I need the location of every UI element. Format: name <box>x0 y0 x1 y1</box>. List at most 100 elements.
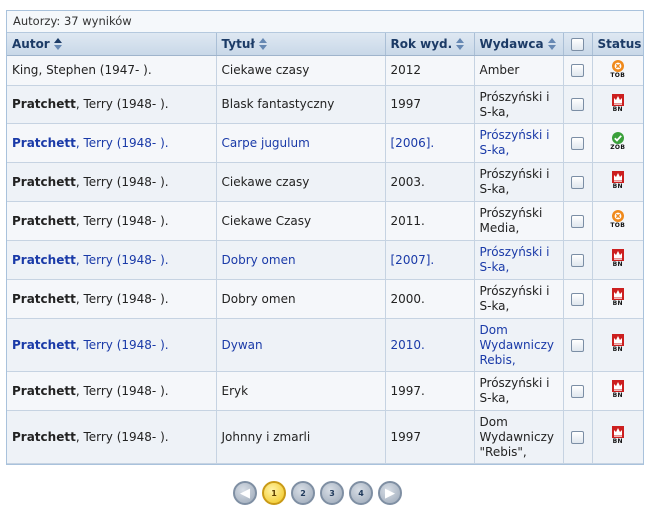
author-cell[interactable]: Pratchett, Terry (1948- ). <box>7 123 217 163</box>
author-rest: , Terry (1948- ). <box>75 97 169 111</box>
page-button-4[interactable]: 4 <box>349 481 373 505</box>
table-row[interactable]: Pratchett, Terry (1948- ). Dywan 2010. Dom … <box>7 318 643 372</box>
page-button-1[interactable]: 1 <box>262 481 286 505</box>
page-button-3[interactable]: 3 <box>320 481 344 505</box>
author-cell: Pratchett, Terry (1948- ). <box>7 410 217 464</box>
publisher-cell[interactable]: Dom Wydawniczy Rebis, <box>474 318 564 372</box>
year-cell: 1997 <box>385 410 475 464</box>
status-cell: BN <box>592 318 643 372</box>
year-cell: 1997. <box>385 371 475 411</box>
table-row[interactable]: Pratchett, Terry (1948- ). Ciekawe czasy 2… <box>7 162 643 202</box>
status-cell: BN <box>592 279 643 319</box>
row-checkbox[interactable] <box>571 384 584 398</box>
table-row[interactable]: King, Stephen (1947- ). Ciekawe czasy 2012… <box>7 55 643 86</box>
status-label: BN <box>612 300 623 307</box>
page-button-2[interactable]: 2 <box>291 481 315 505</box>
bn-red-crown-icon: BN <box>608 333 628 357</box>
row-checkbox[interactable] <box>571 98 584 111</box>
status-cell: ZOB <box>592 123 643 163</box>
author-rest: , Terry (1948- ). <box>75 174 169 189</box>
results-table: Autor Tytuł Rok wyd. Wydawca Status King… <box>7 33 643 464</box>
column-header-author[interactable]: Autor <box>7 33 217 56</box>
year-cell: 2012 <box>385 55 475 86</box>
table-row[interactable]: Pratchett, Terry (1948- ). Ciekawe Czasy 2… <box>7 201 643 241</box>
author-rest: , Terry (1948- ). <box>75 337 169 352</box>
row-checkbox-cell <box>563 279 593 319</box>
results-count: Autorzy: 37 wyników <box>7 11 643 33</box>
column-label-title: Tytuł <box>221 37 255 51</box>
author-cell[interactable]: Pratchett, Terry (1948- ). <box>7 318 217 372</box>
column-label-year: Rok wyd. <box>390 37 453 51</box>
row-checkbox[interactable] <box>571 175 584 189</box>
column-header-year[interactable]: Rok wyd. <box>385 33 475 56</box>
author-cell: Pratchett, Terry (1948- ). <box>7 162 217 202</box>
table-row[interactable]: Pratchett, Terry (1948- ). Blask fantasty… <box>7 85 643 124</box>
year-cell: [2006]. <box>385 123 475 163</box>
row-checkbox[interactable] <box>571 292 584 306</box>
author-rest: , Terry (1948- ). <box>75 291 169 306</box>
title-cell[interactable]: Dobry omen <box>216 240 386 280</box>
publisher-cell: Dom Wydawniczy "Rebis", <box>474 410 564 464</box>
select-all-checkbox-cell <box>563 33 593 56</box>
row-checkbox-cell <box>563 318 593 372</box>
status-label: BN <box>612 346 623 353</box>
column-header-title[interactable]: Tytuł <box>216 33 386 56</box>
row-checkbox[interactable] <box>571 214 584 228</box>
sort-icon[interactable] <box>53 38 62 50</box>
status-cell: BN <box>592 371 643 411</box>
publisher-cell[interactable]: Prószyński i S-ka, <box>474 240 564 280</box>
title-cell: Ciekawe Czasy <box>216 201 386 241</box>
author-surname: Pratchett <box>12 174 76 189</box>
year-cell: 1997 <box>385 85 475 124</box>
publisher-cell[interactable]: Prószyński i S-ka, <box>474 123 564 163</box>
select-all-checkbox[interactable] <box>571 38 584 51</box>
sort-icon[interactable] <box>456 38 465 50</box>
status-cell: BN <box>592 85 643 124</box>
author-cell[interactable]: Pratchett, Terry (1948- ). <box>7 240 217 280</box>
publisher-cell: Amber <box>474 55 564 86</box>
author-rest: , Terry (1948- ). <box>75 213 169 228</box>
bn-red-crown-icon: BN <box>608 379 628 403</box>
next-page-button[interactable]: ▶ <box>378 481 402 505</box>
column-header-status: Status <box>592 33 643 56</box>
row-checkbox[interactable] <box>571 64 584 77</box>
bn-red-crown-icon: BN <box>608 248 628 272</box>
publisher-cell: Prószyński Media, <box>474 201 564 241</box>
table-row[interactable]: Pratchett, Terry (1948- ). Dobry omen [200… <box>7 240 643 280</box>
title-cell[interactable]: Carpe jugulum <box>216 123 386 163</box>
status-label: BN <box>612 105 623 113</box>
author-rest: , Terry (1948- ). <box>75 135 169 150</box>
results-panel: Autorzy: 37 wyników Autor Tytuł Rok wyd.… <box>6 10 644 465</box>
column-header-publisher[interactable]: Wydawca <box>474 33 564 56</box>
status-label: BN <box>612 261 623 268</box>
author-rest: , Terry (1948- ). <box>75 383 169 398</box>
author-surname: Pratchett <box>12 97 76 111</box>
row-checkbox[interactable] <box>571 338 584 352</box>
status-label: TOB <box>610 222 626 229</box>
row-checkbox-cell <box>563 162 593 202</box>
arrow-right-icon: ▶ <box>385 485 395 501</box>
table-row[interactable]: Pratchett, Terry (1948- ). Eryk 1997. Prósz… <box>7 371 643 411</box>
bn-red-crown-icon: BN <box>608 93 628 117</box>
sort-icon[interactable] <box>547 38 556 50</box>
row-checkbox-cell <box>563 55 593 86</box>
publisher-cell: Prószyński i S-ka, <box>474 279 564 319</box>
status-cell: BN <box>592 240 643 280</box>
row-checkbox[interactable] <box>571 253 584 267</box>
year-cell: [2007]. <box>385 240 475 280</box>
row-checkbox[interactable] <box>571 430 584 444</box>
author-rest: , Terry (1948- ). <box>75 429 169 444</box>
bn-red-crown-icon: BN <box>608 287 628 311</box>
row-checkbox[interactable] <box>571 136 584 150</box>
status-label: BN <box>612 392 623 399</box>
author-surname: Pratchett <box>12 429 76 444</box>
title-cell[interactable]: Dywan <box>216 318 386 372</box>
tob-orange-circle-icon: TOB <box>608 59 628 83</box>
table-row[interactable]: Pratchett, Terry (1948- ). Johnny i zmarl… <box>7 410 643 464</box>
year-cell: 2010. <box>385 318 475 372</box>
table-row[interactable]: Pratchett, Terry (1948- ). Carpe jugulum[… <box>7 123 643 163</box>
sort-icon[interactable] <box>258 38 267 50</box>
author-surname: Pratchett <box>12 213 76 228</box>
table-row[interactable]: Pratchett, Terry (1948- ). Dobry omen 2000… <box>7 279 643 319</box>
prev-page-button[interactable]: ◀ <box>233 481 257 505</box>
